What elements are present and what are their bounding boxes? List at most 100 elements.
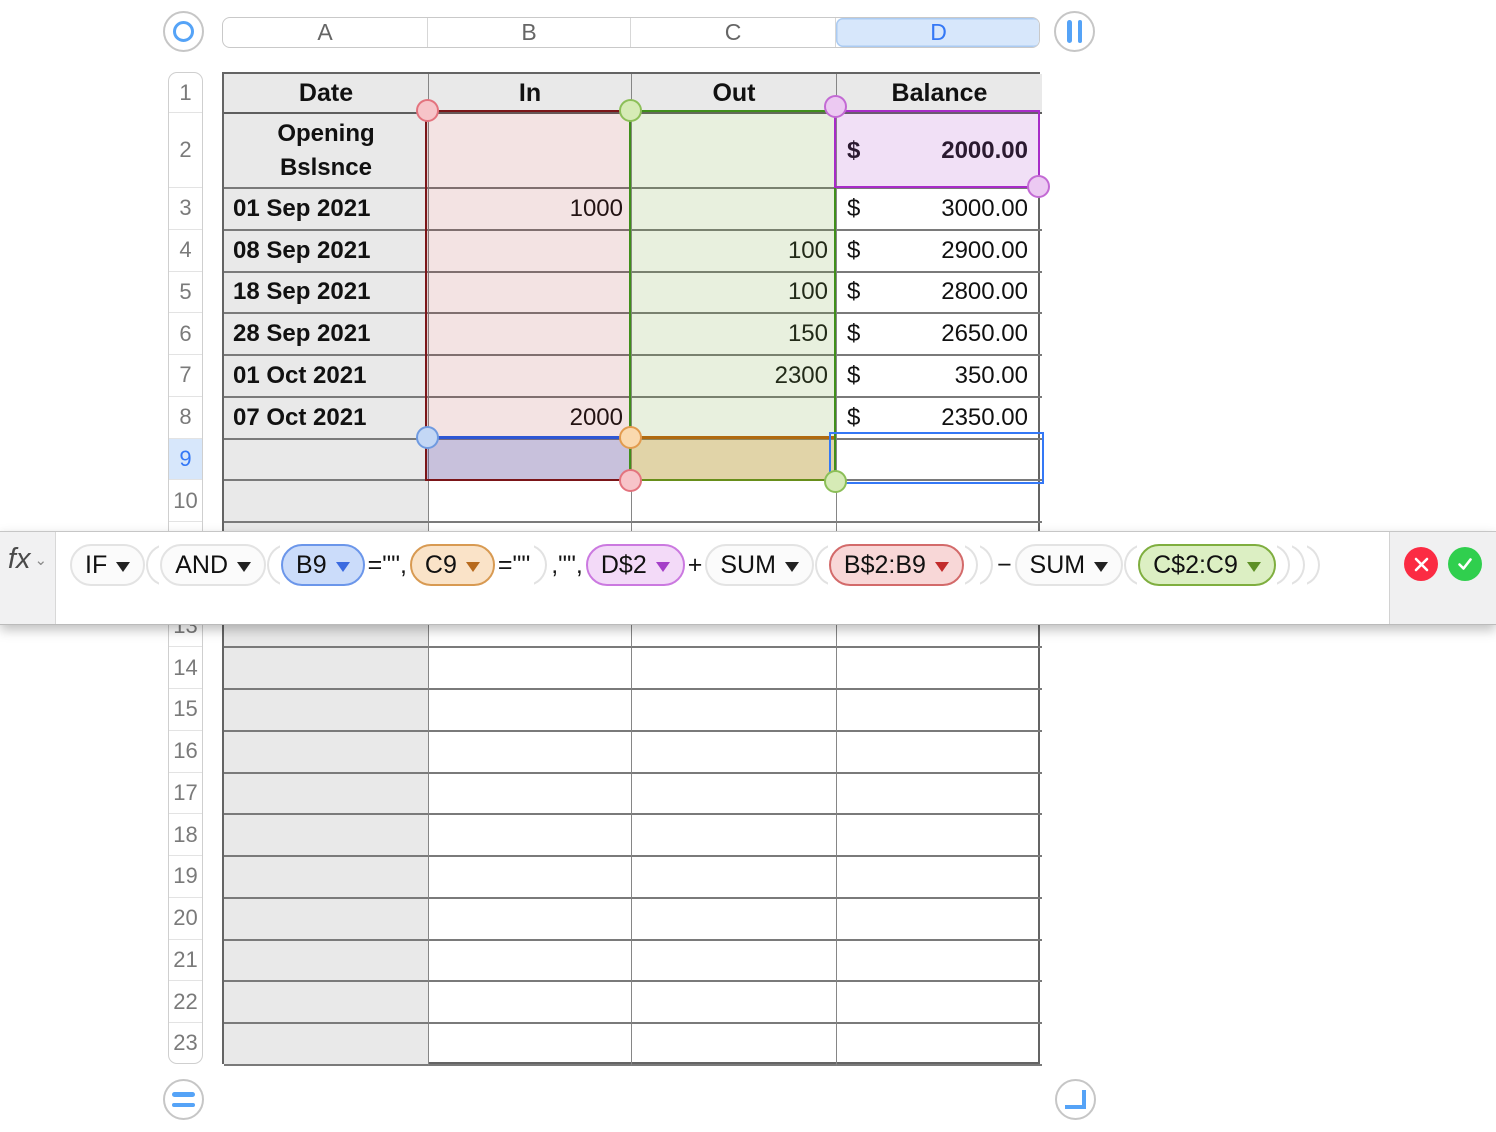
cell-D23[interactable] (837, 1024, 1042, 1066)
cell-C20[interactable] (632, 898, 837, 941)
row-header-20[interactable]: 20 (169, 898, 202, 940)
active-cell-selection-D9[interactable] (829, 432, 1044, 484)
cell-B16[interactable] (429, 731, 632, 774)
row-header-15[interactable]: 15 (169, 689, 202, 731)
range-overlay-C2-C9[interactable] (629, 110, 836, 481)
row-header-16[interactable]: 16 (169, 731, 202, 773)
cell-D19[interactable] (837, 857, 1042, 899)
row-header-4[interactable]: 4 (169, 230, 202, 272)
cell-A9[interactable] (224, 439, 429, 482)
cell-D4[interactable]: $2900.00 (837, 231, 1042, 273)
cell-A16[interactable] (224, 731, 429, 774)
row-header-3[interactable]: 3 (169, 188, 202, 230)
row-header-8[interactable]: 8 (169, 397, 202, 439)
row-header-2[interactable]: 2 (169, 113, 202, 188)
row-header-7[interactable]: 7 (169, 355, 202, 397)
cell-overlay-D2[interactable] (834, 110, 1040, 188)
row-header-19[interactable]: 19 (169, 856, 202, 898)
cell-C21[interactable] (632, 940, 837, 983)
cell-C23[interactable] (632, 1024, 837, 1066)
cell-D5[interactable]: $2800.00 (837, 273, 1042, 315)
cell-A19[interactable] (224, 857, 429, 899)
cell-D21[interactable] (837, 941, 1042, 983)
header-cell-Balance[interactable]: Balance (837, 74, 1042, 114)
cell-D20[interactable] (837, 899, 1042, 941)
cell-B10[interactable] (429, 481, 632, 523)
cell-B14[interactable] (429, 648, 632, 690)
cell-B23[interactable] (429, 1024, 632, 1066)
row-header-10[interactable]: 10 (169, 480, 202, 522)
drag-handle-purple-bottom-right[interactable] (1026, 174, 1050, 198)
drag-handle-blue[interactable] (415, 425, 439, 449)
row-header-14[interactable]: 14 (169, 647, 202, 689)
cell-C19[interactable] (632, 857, 837, 899)
cell-D18[interactable] (837, 815, 1042, 857)
cell-B15[interactable] (429, 690, 632, 732)
header-cell-Out[interactable]: Out (632, 74, 837, 114)
add-rows-handle[interactable] (163, 1079, 204, 1120)
drag-handle-purple-top[interactable] (823, 94, 847, 118)
cell-A7[interactable]: 01 Oct 2021 (224, 356, 429, 398)
cell-B20[interactable] (429, 898, 632, 941)
cell-C17[interactable] (632, 773, 837, 816)
column-header-D[interactable]: D (836, 18, 1039, 47)
formula-ref-B$2:B9[interactable]: B$2:B9 (828, 544, 964, 586)
cell-B21[interactable] (429, 940, 632, 983)
drag-handle-green-bottom-right[interactable] (823, 469, 847, 493)
cell-C15[interactable] (632, 690, 837, 732)
drag-handle-green-top[interactable] (618, 98, 642, 122)
cell-D7[interactable]: $350.00 (837, 356, 1042, 398)
table-handle-button[interactable] (163, 11, 204, 52)
row-header-23[interactable]: 23 (169, 1023, 202, 1063)
cell-D15[interactable] (837, 690, 1042, 732)
drag-handle-orange[interactable] (618, 425, 642, 449)
column-header-B[interactable]: B (428, 18, 631, 47)
cell-A20[interactable] (224, 898, 429, 941)
cell-D14[interactable] (837, 648, 1042, 690)
cell-A10[interactable] (224, 481, 429, 523)
resize-table-handle[interactable] (1055, 1079, 1096, 1120)
cell-A4[interactable]: 08 Sep 2021 (224, 230, 429, 273)
row-header-21[interactable]: 21 (169, 940, 202, 982)
cell-A2[interactable]: Opening Bslsnce (224, 114, 429, 189)
drag-handle-red-bottom[interactable] (618, 468, 642, 492)
cell-D16[interactable] (837, 732, 1042, 774)
formula-function-SUM[interactable]: SUM (705, 544, 814, 586)
formula-ref-B9[interactable]: B9 (281, 544, 365, 586)
cell-A3[interactable]: 01 Sep 2021 (224, 189, 429, 231)
row-header-1[interactable]: 1 (169, 73, 202, 113)
cell-D22[interactable] (837, 982, 1042, 1024)
cell-A6[interactable]: 28 Sep 2021 (224, 314, 429, 356)
cell-D3[interactable]: $3000.00 (837, 189, 1042, 231)
row-header-22[interactable]: 22 (169, 981, 202, 1023)
cell-D6[interactable]: $2650.00 (837, 314, 1042, 356)
cell-B17[interactable] (429, 773, 632, 816)
cell-B18[interactable] (429, 815, 632, 857)
formula-ref-C9[interactable]: C9 (409, 544, 495, 586)
cell-B19[interactable] (429, 857, 632, 899)
cell-A23[interactable] (224, 1024, 429, 1066)
add-columns-handle[interactable] (1054, 11, 1095, 52)
cell-A8[interactable]: 07 Oct 2021 (224, 397, 429, 440)
cell-C22[interactable] (632, 982, 837, 1024)
row-header-17[interactable]: 17 (169, 773, 202, 815)
cell-C14[interactable] (632, 648, 837, 690)
formula-function-IF[interactable]: IF (70, 544, 146, 586)
cell-A15[interactable] (224, 690, 429, 732)
cell-A5[interactable]: 18 Sep 2021 (224, 272, 429, 315)
formula-function-SUM[interactable]: SUM (1014, 544, 1124, 586)
row-header-5[interactable]: 5 (169, 272, 202, 314)
row-header-18[interactable]: 18 (169, 814, 202, 856)
formula-ref-D$2[interactable]: D$2 (585, 544, 685, 586)
function-menu-button[interactable]: fx ⌄ (0, 532, 56, 624)
row-header-6[interactable]: 6 (169, 313, 202, 355)
cell-A22[interactable] (224, 982, 429, 1024)
column-header-C[interactable]: C (631, 18, 836, 47)
cell-A18[interactable] (224, 815, 429, 857)
cell-A14[interactable] (224, 648, 429, 690)
row-header-9[interactable]: 9 (169, 438, 202, 481)
cell-D10[interactable] (837, 481, 1042, 523)
cell-C10[interactable] (632, 481, 837, 523)
cell-A17[interactable] (224, 773, 429, 816)
confirm-formula-button[interactable] (1448, 547, 1482, 581)
